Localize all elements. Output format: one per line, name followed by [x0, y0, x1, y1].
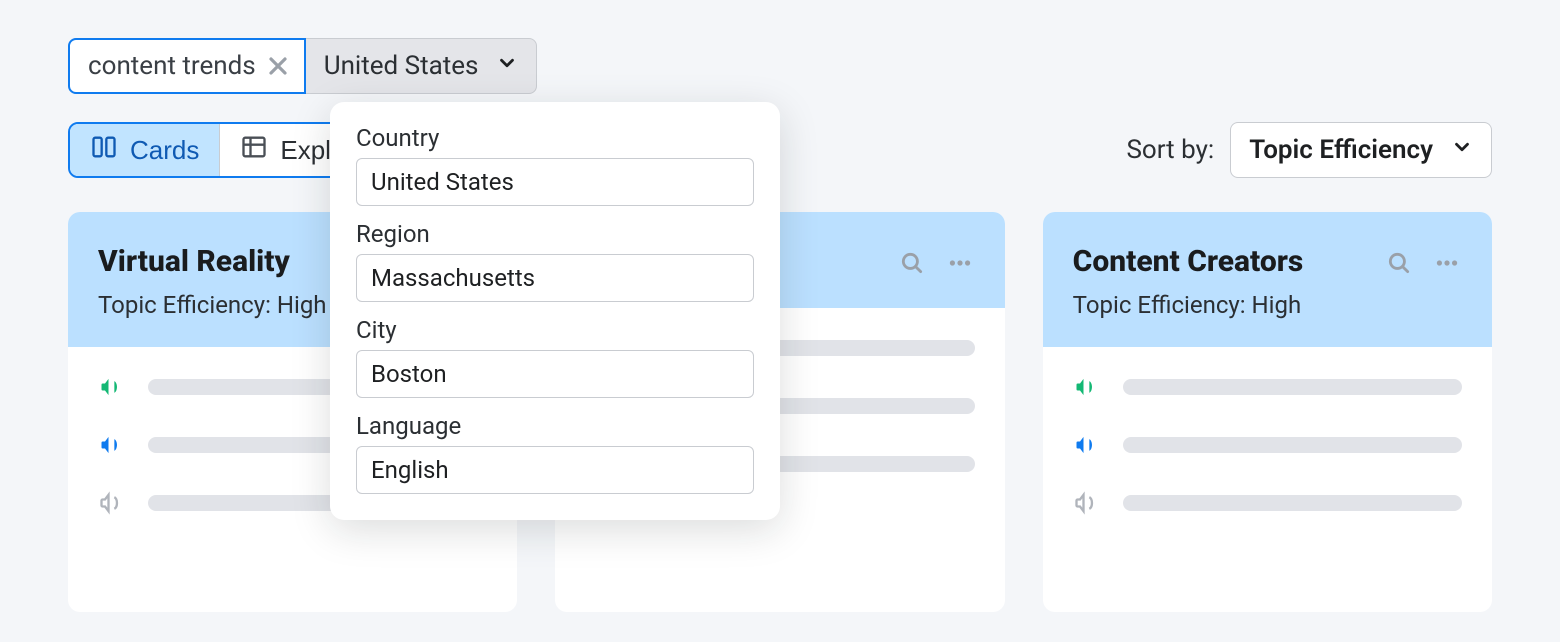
search-icon[interactable]: [899, 250, 925, 280]
country-value: United States: [371, 168, 514, 196]
list-item: [1073, 431, 1462, 459]
language-select[interactable]: English: [356, 446, 754, 494]
region-value: Massachusetts: [371, 264, 535, 292]
sort-select-value: Topic Efficiency: [1249, 135, 1433, 165]
language-value: English: [371, 456, 449, 484]
more-icon[interactable]: [945, 250, 975, 280]
more-icon[interactable]: [1432, 250, 1462, 280]
close-icon[interactable]: [266, 54, 290, 78]
bullhorn-icon: [1073, 489, 1101, 517]
list-item: [1073, 373, 1462, 401]
search-icon[interactable]: [1386, 250, 1412, 280]
city-value: Boston: [371, 360, 447, 388]
country-label: Country: [356, 124, 754, 152]
bullhorn-icon: [1073, 373, 1101, 401]
sort-label: Sort by:: [1126, 135, 1214, 165]
city-select[interactable]: Boston: [356, 350, 754, 398]
language-label: Language: [356, 412, 754, 440]
tab-explorer-label: Expl: [280, 135, 331, 166]
region-select[interactable]: Massachusetts: [356, 254, 754, 302]
country-select[interactable]: United States: [356, 158, 754, 206]
card-title: Virtual Reality: [98, 244, 327, 279]
chevron-down-icon: [496, 51, 518, 81]
city-label: City: [356, 316, 754, 344]
card-title: Content Creators: [1073, 244, 1304, 279]
chevron-down-icon: [1451, 135, 1473, 165]
bullhorn-icon: [98, 373, 126, 401]
list-item: [1073, 489, 1462, 517]
location-filter-label: United States: [324, 51, 479, 81]
tab-cards-label: Cards: [130, 135, 199, 166]
cards-icon: [90, 133, 118, 168]
search-chip[interactable]: content trends: [68, 38, 306, 94]
bullhorn-icon: [1073, 431, 1101, 459]
card-efficiency: Topic Efficiency: High: [98, 291, 327, 319]
location-dropdown-panel: Country United States Region Massachuset…: [330, 102, 780, 520]
card-efficiency: Topic Efficiency: High: [1073, 291, 1304, 319]
bullhorn-icon: [98, 489, 126, 517]
region-label: Region: [356, 220, 754, 248]
location-filter-pill[interactable]: United States: [306, 38, 538, 94]
topic-card: Content Creators Topic Efficiency: High: [1043, 212, 1492, 612]
view-toggle: Cards Expl: [68, 122, 353, 178]
tab-cards[interactable]: Cards: [70, 124, 219, 176]
table-icon: [240, 133, 268, 168]
search-chip-text: content trends: [88, 51, 256, 81]
sort-select[interactable]: Topic Efficiency: [1230, 122, 1492, 178]
bullhorn-icon: [98, 431, 126, 459]
